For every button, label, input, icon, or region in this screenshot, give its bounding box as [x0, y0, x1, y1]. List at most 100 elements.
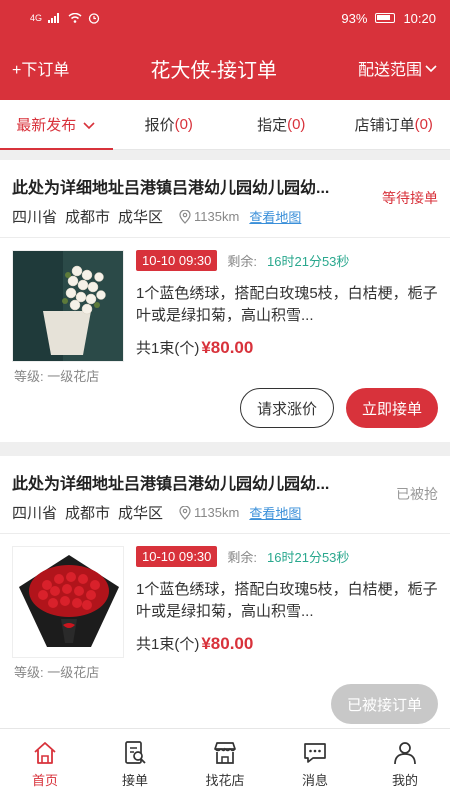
distance-value: 1135km — [194, 505, 240, 520]
order-search-icon — [125, 741, 146, 764]
store-icon — [214, 742, 236, 764]
order-card-header: 此处为详细地址吕港镇吕港幼儿园幼儿园幼... 已被抢 四川省 成都市 成华区 113… — [0, 456, 450, 534]
region-row: 四川省 成都市 成华区 1135km 查看地图 — [12, 502, 438, 523]
nav-messages[interactable]: 消息 — [270, 729, 360, 800]
quantity: 共1束(个) — [136, 636, 200, 653]
quantity: 共1束(个) — [136, 340, 200, 357]
price-row: 共1束(个) ¥80.00 — [136, 633, 438, 654]
alarm-icon — [88, 13, 100, 24]
order-card-header: 此处为详细地址吕港镇吕港幼儿园幼儿园幼... 等待接单 四川省 成都市 成华区 11… — [0, 160, 450, 238]
nav-label: 我的 — [391, 773, 418, 788]
delivery-range-dropdown[interactable]: 配送范围 — [358, 56, 438, 80]
region: 四川省 成都市 成华区 — [12, 502, 171, 523]
order-description: 1个蓝色绣球，搭配白玫瑰5枝，白桔梗，栀子叶或是绿扣菊，高山积雪... — [136, 581, 438, 620]
shop-grade: 等级: 一级花店 — [14, 369, 100, 384]
tab-count: (0) — [414, 116, 433, 133]
bottom-nav: 首页 接单 找花店 消息 我的 — [0, 728, 450, 800]
location-pin-icon — [179, 209, 191, 224]
nav-home[interactable]: 首页 — [0, 729, 90, 800]
order-list: 此处为详细地址吕港镇吕港幼儿园幼儿园幼... 等待接单 四川省 成都市 成华区 11… — [0, 150, 450, 738]
order-description: 1个蓝色绣球，搭配白玫瑰5枝，白桔梗，栀子叶或是绿扣菊，高山积雪... — [136, 285, 438, 324]
home-icon — [34, 742, 56, 764]
distance: 1135km — [179, 209, 239, 224]
battery-percent: 93% — [341, 10, 368, 26]
order-status: 等待接单 — [382, 190, 438, 206]
location-pin-icon — [179, 505, 191, 520]
shop-grade: 等级: 一级花店 — [14, 665, 100, 680]
delivery-time-badge: 10-10 09:30 — [136, 250, 218, 271]
app-header: +下订单 花大侠-接订单 配送范围 — [0, 36, 450, 100]
request-price-increase-button[interactable]: 请求涨价 — [239, 388, 334, 428]
remaining-time: 16时21分53秒 — [267, 254, 350, 269]
remaining-label: 剩余: — [227, 254, 258, 269]
nav-label: 消息 — [301, 773, 328, 788]
signal-icon — [48, 13, 60, 23]
district: 成华区 — [118, 505, 164, 522]
order-address: 此处为详细地址吕港镇吕港幼儿园幼儿园幼... — [12, 180, 330, 197]
status-bar: 4G 93% 10:20 — [0, 0, 450, 36]
tab-count: (0) — [174, 116, 193, 133]
order-actions: 请求涨价 立即接单 — [0, 388, 450, 442]
signal-label: 4G — [30, 13, 43, 23]
distance: 1135km — [179, 505, 239, 520]
remaining-time: 16时21分53秒 — [267, 550, 350, 565]
delivery-time-badge: 10-10 09:30 — [136, 546, 218, 567]
page-title: 花大侠-接订单 — [150, 59, 277, 82]
district: 成华区 — [118, 209, 164, 226]
order-address: 此处为详细地址吕港镇吕港幼儿园幼儿园幼... — [12, 476, 330, 493]
status-right: 93% 10:20 — [341, 11, 436, 26]
tab-store-orders[interactable]: 店铺订单 (0) — [338, 100, 450, 149]
delivery-range-label: 配送范围 — [357, 62, 422, 79]
order-status: 已被抢 — [396, 486, 438, 502]
chevron-down-icon — [425, 65, 437, 73]
nav-label: 接单 — [121, 773, 148, 788]
battery-icon — [375, 13, 396, 23]
clock: 10:20 — [403, 10, 436, 26]
region-row: 四川省 成都市 成华区 1135km 查看地图 — [12, 206, 438, 227]
tab-label: 指定 — [257, 117, 288, 134]
white-rose-bouquet-picture — [13, 251, 123, 361]
order-card-body: 等级: 一级花店 10-10 09:30 剩余: 16时21分53秒 1个蓝色绣… — [0, 238, 450, 388]
region: 四川省 成都市 成华区 — [12, 206, 171, 227]
order-info: 10-10 09:30 剩余: 16时21分53秒 1个蓝色绣球，搭配白玫瑰5枝… — [136, 546, 438, 654]
price: ¥80.00 — [201, 338, 254, 357]
new-order-button[interactable]: +下订单 — [12, 56, 69, 80]
nav-label: 首页 — [31, 773, 58, 788]
remaining-label: 剩余: — [227, 550, 258, 565]
nav-orders[interactable]: 接单 — [90, 729, 180, 800]
tab-label: 最新发布 — [16, 117, 77, 134]
tab-count: (0) — [287, 116, 306, 133]
order-taken-button[interactable]: 已被接订单 — [330, 684, 438, 724]
province: 四川省 — [12, 505, 58, 522]
nav-find-store[interactable]: 找花店 — [180, 729, 270, 800]
tab-quote[interactable]: 报价 (0) — [113, 100, 226, 149]
status-left: 4G — [30, 12, 100, 24]
red-rose-bouquet-picture — [13, 547, 123, 657]
accept-order-button[interactable]: 立即接单 — [345, 388, 438, 428]
view-map-link[interactable]: 查看地图 — [249, 207, 301, 226]
bouquet-image[interactable] — [12, 250, 124, 362]
tab-label: 店铺订单 — [354, 117, 415, 134]
time-row: 10-10 09:30 剩余: 16时21分53秒 — [136, 250, 438, 271]
tab-latest[interactable]: 最新发布 — [0, 100, 113, 150]
distance-value: 1135km — [194, 209, 240, 224]
wifi-icon — [68, 13, 82, 23]
bouquet-image[interactable] — [12, 546, 124, 658]
city: 成都市 — [65, 209, 111, 226]
order-info: 10-10 09:30 剩余: 16时21分53秒 1个蓝色绣球，搭配白玫瑰5枝… — [136, 250, 438, 358]
message-icon — [304, 743, 326, 763]
province: 四川省 — [12, 209, 58, 226]
order-card[interactable]: 此处为详细地址吕港镇吕港幼儿园幼儿园幼... 等待接单 四川省 成都市 成华区 11… — [0, 160, 450, 442]
tab-label: 报价 — [144, 117, 175, 134]
nav-label: 找花店 — [205, 773, 245, 788]
tab-assigned[interactable]: 指定 (0) — [225, 100, 338, 149]
order-tabs: 最新发布 报价 (0) 指定 (0) 店铺订单 (0) — [0, 100, 450, 150]
nav-profile[interactable]: 我的 — [360, 729, 450, 800]
price: ¥80.00 — [201, 634, 254, 653]
user-icon — [394, 742, 416, 765]
price-row: 共1束(个) ¥80.00 — [136, 337, 438, 358]
order-card[interactable]: 此处为详细地址吕港镇吕港幼儿园幼儿园幼... 已被抢 四川省 成都市 成华区 113… — [0, 456, 450, 738]
chevron-down-icon — [83, 121, 95, 129]
view-map-link[interactable]: 查看地图 — [249, 503, 301, 522]
order-card-body: 等级: 一级花店 10-10 09:30 剩余: 16时21分53秒 1个蓝色绣… — [0, 534, 450, 684]
